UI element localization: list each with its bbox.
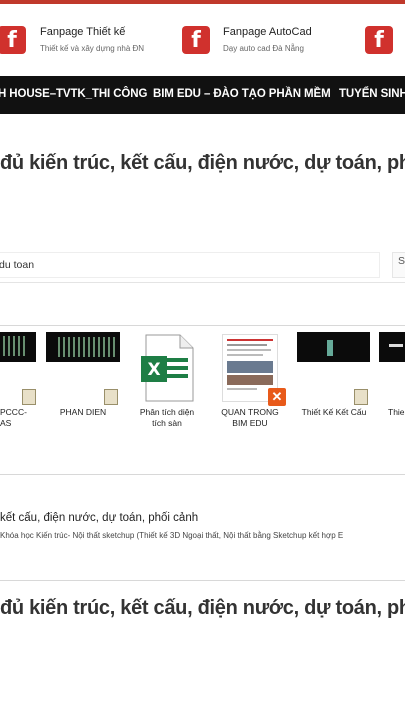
file-thumbnail[interactable] <box>297 332 370 362</box>
fanpage-title[interactable]: Fanpage AutoCad <box>223 26 312 38</box>
thumbnail-graphic <box>58 337 118 357</box>
thumbnail-graphic <box>3 336 27 356</box>
page-headline-repeat: đủ kiến trúc, kết cấu, điện nước, dự toá… <box>0 597 405 619</box>
thumbnail-line <box>227 349 271 351</box>
thumbnail-line <box>227 344 267 346</box>
file-type-icon <box>104 389 118 405</box>
fanpage-title[interactable]: Fanpage Thiết kế <box>40 26 125 38</box>
fanpage-subtitle: Dạy auto cad Đà Nẵng <box>223 44 304 53</box>
file-type-icon <box>22 389 36 405</box>
divider <box>0 580 405 581</box>
thumbnail-graphic <box>327 340 333 356</box>
facebook-icon[interactable]: f <box>365 26 393 54</box>
pdf-file-icon: ✕ <box>268 388 286 406</box>
search-input[interactable] <box>0 252 380 278</box>
thumbnail-line <box>227 339 273 341</box>
file-thumbnail[interactable] <box>0 332 36 362</box>
file-label[interactable]: Phân tích diện tích sàn <box>130 407 204 429</box>
section-heading[interactable]: kết cấu, điện nước, dự toán, phối cảnh <box>0 512 198 524</box>
page-headline: đủ kiến trúc, kết cấu, điện nước, dự toá… <box>0 152 405 174</box>
fanpage-bar: f Fanpage Thiết kế Thiết kế và xây dựng … <box>0 4 405 76</box>
thumbnail-graphic <box>389 344 403 347</box>
section-description: Khóa học Kiến trúc- Nội thất sketchup (T… <box>0 531 344 540</box>
search-button[interactable]: Se <box>392 252 405 278</box>
thumbnail-line <box>227 354 263 356</box>
thumbnail-photo <box>227 361 273 373</box>
file-thumbnail[interactable] <box>379 332 405 362</box>
main-navbar: H HOUSE–TVTK_THI CÔNG BIM EDU – ĐÀO TẠO … <box>0 76 405 114</box>
thumbnail-line <box>227 388 257 390</box>
fanpage-subtitle: Thiết kế và xây dựng nhà ĐN <box>40 44 145 53</box>
nav-item-tuyen-sinh[interactable]: TUYỂN SINH <box>339 88 405 100</box>
facebook-icon[interactable]: f <box>182 26 210 54</box>
thumbnail-photo <box>227 375 273 385</box>
file-label[interactable]: PHAN DIEN <box>48 407 118 418</box>
file-label[interactable]: Thie <box>388 407 405 418</box>
nav-item-bim-edu[interactable]: BIM EDU – ĐÀO TẠO PHẦN MỀM <box>153 88 331 100</box>
file-type-icon <box>354 389 368 405</box>
file-label[interactable]: Thiết Kế Kết Cấu <box>296 407 372 418</box>
excel-file-icon[interactable]: X <box>140 334 194 402</box>
facebook-icon[interactable]: f <box>0 26 26 54</box>
divider <box>0 325 405 326</box>
divider <box>0 474 405 475</box>
nav-item-house[interactable]: H HOUSE–TVTK_THI CÔNG <box>0 88 147 100</box>
file-label[interactable]: QUAN TRONG BIM EDU <box>212 407 288 429</box>
file-label[interactable]: PCCC- AS <box>0 407 34 429</box>
svg-text:X: X <box>147 360 160 380</box>
file-thumbnail[interactable] <box>46 332 120 362</box>
search-row: Se <box>0 250 405 283</box>
